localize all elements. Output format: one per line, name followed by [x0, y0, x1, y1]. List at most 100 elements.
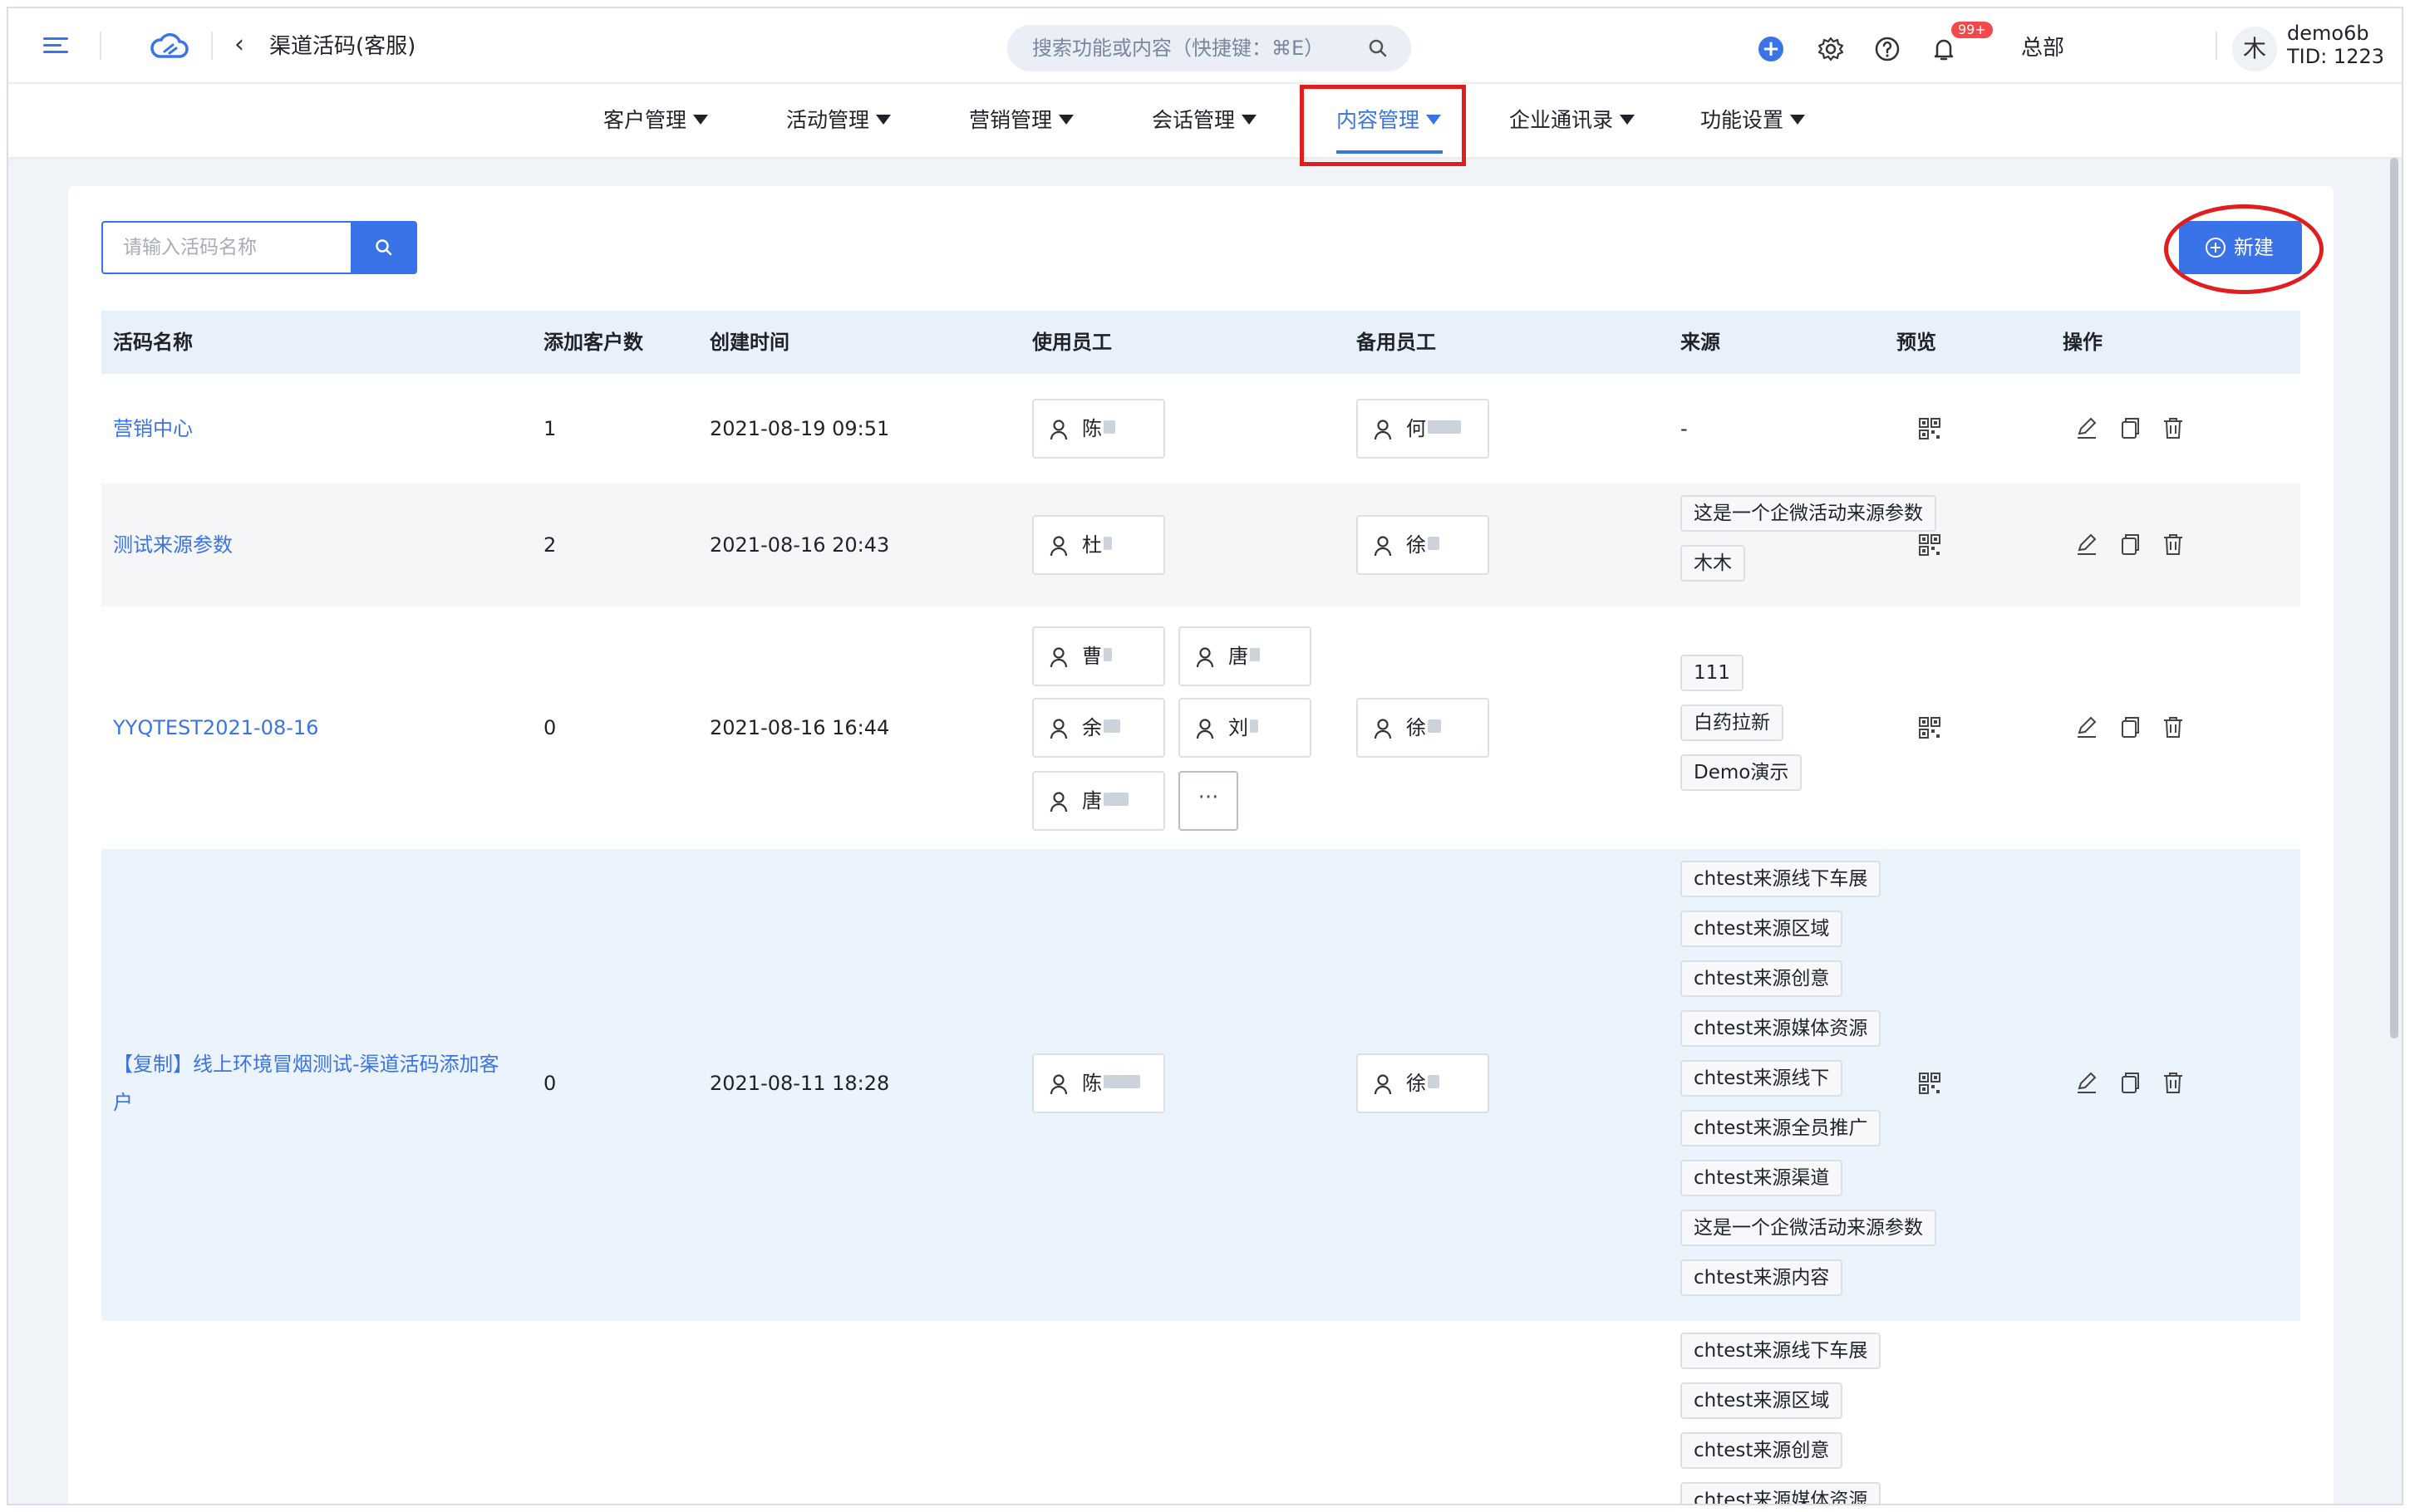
staff-name: 杜	[1082, 533, 1102, 557]
table-header: 活码名称 添加客户数 创建时间 使用员工 备用员工 来源 预览 操作	[101, 311, 2300, 374]
person-icon	[1050, 792, 1068, 812]
source-tag: 111	[1680, 655, 1744, 691]
nav-settings[interactable]: 功能设置	[1700, 107, 1806, 134]
person-icon	[1374, 719, 1392, 739]
person-icon	[1050, 719, 1068, 739]
edit-icon[interactable]	[2074, 1070, 2099, 1095]
nav-customer[interactable]: 客户管理	[603, 107, 709, 134]
staff-chip: 刘	[1178, 698, 1311, 758]
tenant-id: TID: 1223	[2287, 45, 2385, 68]
backup-name: 徐	[1406, 533, 1426, 557]
caret-down-icon	[1242, 115, 1257, 125]
code-name-link[interactable]: 营销中心	[113, 415, 193, 442]
org-switcher[interactable]: 总部	[2021, 35, 2064, 61]
nav-contacts[interactable]: 企业通讯录	[1509, 107, 1635, 134]
top-bar: ‹ 渠道活码(客服) 搜索功能或内容（快捷键：⌘E） + 99+ 总部 木 de…	[8, 8, 2402, 83]
person-icon	[1374, 420, 1392, 440]
search-button[interactable]	[351, 221, 417, 274]
back-chevron-icon[interactable]: ‹	[234, 30, 244, 60]
delete-icon[interactable]	[2161, 415, 2186, 440]
source-tag: chtest来源全员推广	[1680, 1110, 1881, 1146]
notification-badge: 99+	[1951, 22, 1993, 38]
redaction	[1104, 648, 1112, 661]
redaction	[1428, 537, 1439, 550]
code-name-link[interactable]: 测试来源参数	[113, 532, 233, 558]
main-nav: 客户管理 活动管理 营销管理 会话管理 内容管理 企业通讯录 功能设置	[8, 84, 2402, 157]
username: demo6b	[2287, 22, 2369, 45]
delete-icon[interactable]	[2161, 714, 2186, 739]
search-icon	[376, 239, 392, 256]
col-backup: 备用员工	[1356, 331, 1436, 354]
staff-chip: 唐	[1178, 626, 1311, 686]
customer-count: 0	[543, 716, 557, 739]
qrcode-icon[interactable]	[1918, 716, 1941, 739]
staff-chip: 余	[1032, 698, 1165, 758]
more-staff-button[interactable]: ···	[1178, 771, 1238, 831]
created-time: 2021-08-16 16:44	[710, 716, 890, 739]
col-staff: 使用员工	[1032, 331, 1112, 354]
copy-icon[interactable]	[2117, 415, 2142, 440]
created-time: 2021-08-11 18:28	[710, 1072, 890, 1095]
global-search[interactable]: 搜索功能或内容（快捷键：⌘E）	[1007, 25, 1411, 71]
delete-icon[interactable]	[2161, 1070, 2186, 1095]
edit-icon[interactable]	[2074, 532, 2099, 557]
copy-icon[interactable]	[2117, 714, 2142, 739]
code-name-link[interactable]: 【复制】线上环境冒烟测试-渠道活码添加客户	[113, 1045, 512, 1122]
qrcode-icon[interactable]	[1918, 533, 1941, 557]
qrcode-icon[interactable]	[1918, 1072, 1941, 1095]
source-tag: 这是一个企微活动来源参数	[1680, 1210, 1936, 1246]
source-tag: chtest来源媒体资源	[1680, 1010, 1881, 1047]
delete-icon[interactable]	[2161, 532, 2186, 557]
redaction	[1428, 719, 1441, 733]
redaction	[1428, 420, 1461, 434]
backup-name: 何	[1406, 417, 1426, 440]
edit-icon[interactable]	[2074, 415, 2099, 440]
redaction	[1250, 648, 1260, 661]
table-row: 测试来源参数 2 2021-08-16 20:43 杜 徐 这是一个企微活动来源…	[101, 484, 2300, 606]
scrollbar[interactable]	[2390, 158, 2398, 1038]
col-preview: 预览	[1896, 331, 1936, 354]
col-actions: 操作	[2063, 331, 2103, 354]
person-icon	[1050, 1074, 1068, 1095]
staff-name: 刘	[1228, 716, 1248, 739]
edit-icon[interactable]	[2074, 714, 2099, 739]
table-row: 营销中心 1 2021-08-19 09:51 陈 何 -	[101, 374, 2300, 484]
source-tag: chtest来源创意	[1680, 960, 1843, 997]
created-time: 2021-08-16 20:43	[710, 533, 890, 557]
created-time: 2021-08-19 09:51	[710, 417, 890, 440]
customer-count: 2	[543, 533, 557, 557]
backup-name: 徐	[1406, 1072, 1426, 1095]
source-tag: chtest来源线下车展	[1680, 861, 1881, 897]
col-created: 创建时间	[710, 331, 789, 354]
staff-chip: 陈	[1032, 399, 1165, 459]
cloud-logo-icon[interactable]	[150, 32, 189, 61]
nav-conversation[interactable]: 会话管理	[1152, 107, 1257, 134]
gear-icon[interactable]	[1817, 35, 1845, 63]
avatar[interactable]: 木	[2232, 27, 2277, 71]
source-tag: chtest来源内容	[1680, 1259, 1843, 1296]
bell-icon[interactable]	[1930, 35, 1958, 63]
staff-name: 唐	[1082, 789, 1102, 812]
nav-marketing[interactable]: 营销管理	[969, 107, 1075, 134]
help-icon[interactable]	[1873, 35, 1901, 63]
nav-activity[interactable]: 活动管理	[786, 107, 892, 134]
code-name-input[interactable]	[103, 223, 351, 272]
caret-down-icon	[876, 115, 892, 125]
person-icon	[1050, 647, 1068, 668]
global-search-placeholder: 搜索功能或内容（快捷键：⌘E）	[1032, 37, 1325, 60]
qrcode-icon[interactable]	[1918, 417, 1941, 440]
copy-icon[interactable]	[2117, 1070, 2142, 1095]
redaction	[1104, 1075, 1140, 1088]
divider	[211, 32, 213, 60]
customer-count: 0	[543, 1072, 557, 1095]
source-tag: chtest来源创意	[1680, 1432, 1843, 1469]
plus-circle-icon[interactable]: +	[1758, 37, 1783, 61]
source-tag: 白药拉新	[1680, 704, 1783, 741]
copy-icon[interactable]	[2117, 532, 2142, 557]
source-tag: chtest来源线下	[1680, 1060, 1843, 1097]
caret-down-icon	[693, 115, 709, 125]
code-name-link[interactable]: YYQTEST2021-08-16	[113, 714, 318, 741]
code-name-search[interactable]	[101, 221, 351, 274]
staff-name: 余	[1082, 716, 1102, 739]
menu-icon[interactable]	[43, 33, 68, 58]
